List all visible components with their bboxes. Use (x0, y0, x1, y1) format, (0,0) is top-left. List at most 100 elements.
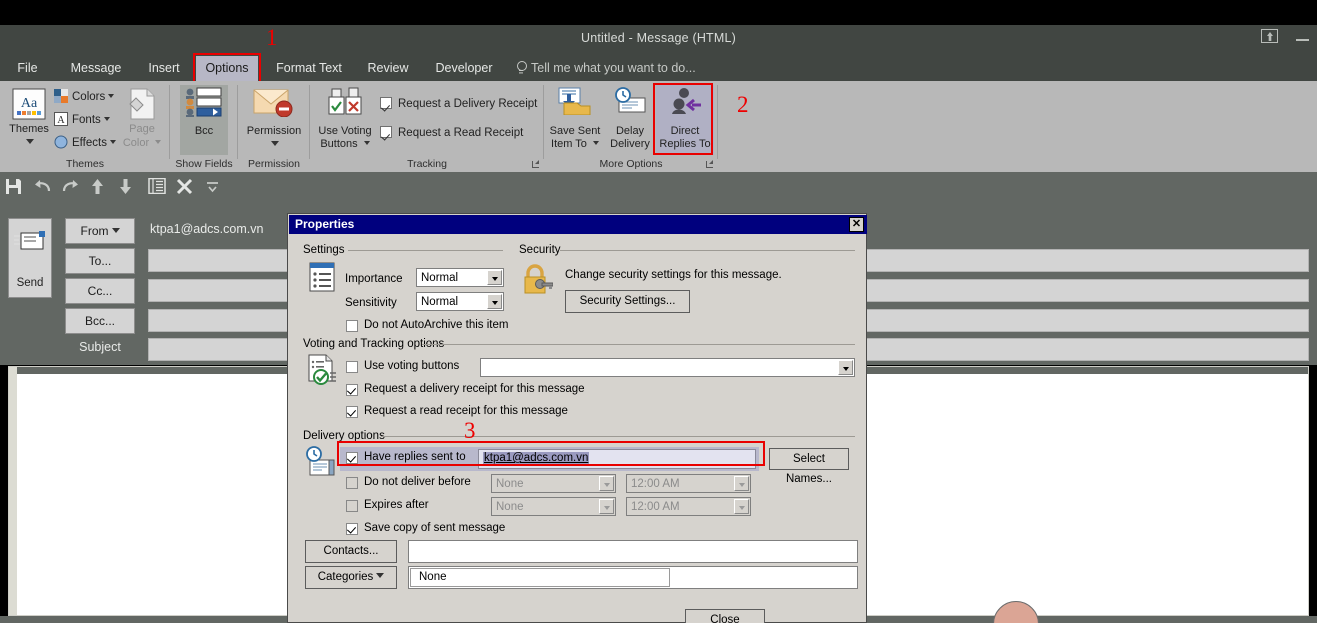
expires-after-checkbox[interactable] (346, 500, 358, 512)
delay-delivery-button[interactable]: Delay Delivery (604, 85, 656, 155)
ribbon-group-permission: Permission Permission (238, 81, 310, 172)
dialog-close-button[interactable]: Close (685, 609, 765, 623)
expires-time-value: 12:00 AM (631, 501, 680, 513)
ribbon-group-show-fields: Bcc Show Fields (170, 81, 238, 172)
permission-button[interactable]: Permission (240, 85, 308, 155)
window-title: Untitled - Message (HTML) (580, 31, 737, 45)
ribbon: Aa Themes Colors A Fonts Effects Page Co… (0, 81, 1317, 172)
tell-me-box[interactable]: Tell me what you want to do... (516, 56, 696, 81)
request-read-receipt-label: Request a Read Receipt (398, 127, 524, 139)
tab-message[interactable]: Message (62, 56, 130, 81)
request-read-receipt-checkbox[interactable] (346, 406, 358, 418)
importance-label: Importance (345, 273, 403, 285)
request-read-receipt-checkbox[interactable]: Request a Read Receipt (380, 126, 523, 139)
dialog-title-bar: Properties ✕ (289, 215, 867, 234)
tab-review[interactable]: Review (360, 56, 416, 81)
send-button-label: Send (16, 277, 44, 289)
contacts-input[interactable] (408, 540, 858, 563)
voting-tracking-icon (308, 354, 336, 385)
lock-icon (524, 264, 553, 294)
tab-file[interactable]: File (10, 56, 45, 81)
select-names-button[interactable]: Select Names... (769, 448, 849, 485)
save-copy-checkbox[interactable] (346, 523, 358, 535)
security-settings-button[interactable]: Security Settings... (565, 290, 690, 313)
save-icon[interactable] (5, 178, 22, 195)
request-delivery-receipt-checkbox[interactable] (346, 384, 358, 396)
chevron-down-icon (271, 141, 279, 146)
group-label-show-fields: Show Fields (175, 158, 233, 170)
use-voting-buttons-label: Use voting buttons (364, 360, 460, 372)
chevron-down-icon[interactable] (487, 294, 502, 309)
expires-date-select[interactable]: None (491, 497, 616, 516)
have-replies-sent-to-input[interactable]: ktpa1@adcs.com.vn (478, 449, 756, 469)
restore-window-icon[interactable] (1261, 29, 1278, 43)
send-button[interactable]: Send (8, 218, 52, 298)
close-x-icon[interactable] (176, 178, 193, 195)
use-voting-buttons-checkbox[interactable] (346, 361, 358, 373)
bcc-button[interactable]: Bcc (180, 85, 228, 155)
categories-button[interactable]: Categories (305, 566, 397, 589)
bcc-button[interactable]: Bcc... (65, 308, 135, 334)
contacts-button[interactable]: Contacts... (305, 540, 397, 563)
use-voting-buttons-button[interactable]: Use Voting Buttons (314, 85, 376, 155)
direct-replies-to-icon (672, 88, 701, 114)
properties-dialog: Properties ✕ Settings Importance Normal … (287, 213, 867, 623)
importance-select[interactable]: Normal (416, 268, 504, 287)
tracking-dialog-launcher[interactable] (532, 160, 541, 169)
tell-me-label: Tell me what you want to do... (531, 61, 696, 75)
request-delivery-receipt-checkbox[interactable]: Request a Delivery Receipt (380, 97, 537, 110)
do-not-autoarchive-checkbox[interactable] (346, 320, 358, 332)
cc-button[interactable]: Cc... (65, 278, 135, 304)
annotation-number-1: 1 (266, 25, 278, 50)
tab-format-text[interactable]: Format Text (268, 56, 350, 81)
chevron-down-icon[interactable] (734, 499, 749, 514)
annotation-number-2: 2 (737, 92, 749, 117)
do-not-deliver-before-checkbox[interactable] (346, 477, 358, 489)
voting-buttons-select[interactable] (480, 358, 855, 377)
chevron-down-icon[interactable] (838, 360, 853, 375)
chevron-down-icon (108, 94, 115, 98)
page-color-button[interactable]: Page Color (118, 87, 166, 153)
do-not-deliver-time-select[interactable]: 12:00 AM (626, 474, 751, 493)
from-button[interactable]: From (65, 218, 135, 244)
themes-button-label: Themes (9, 123, 49, 135)
to-button[interactable]: To... (65, 248, 135, 274)
group-label-themes: Themes (66, 158, 104, 170)
chevron-down-icon[interactable] (487, 270, 502, 285)
address-book-icon[interactable] (148, 178, 166, 194)
up-arrow-icon[interactable] (90, 178, 105, 195)
minimize-window-icon[interactable] (1296, 39, 1309, 41)
save-sent-item-icon (558, 87, 591, 115)
close-icon[interactable]: ✕ (849, 217, 864, 232)
expires-time-select[interactable]: 12:00 AM (626, 497, 751, 516)
delay-delivery-label-2: Delivery (610, 138, 650, 150)
delivery-options-legend: Delivery options (300, 430, 388, 442)
chevron-down-icon[interactable] (599, 499, 614, 514)
more-options-dialog-launcher[interactable] (706, 160, 715, 169)
have-replies-sent-to-checkbox[interactable] (346, 452, 358, 464)
permission-button-label: Permission (246, 125, 302, 137)
tab-options[interactable]: Options (196, 56, 258, 81)
categories-input[interactable]: None (408, 566, 858, 589)
page-color-label-1: Page (129, 123, 155, 135)
permission-icon (253, 89, 293, 117)
tab-developer[interactable]: Developer (426, 56, 502, 81)
sensitivity-select[interactable]: Normal (416, 292, 504, 311)
themes-button[interactable]: Aa Themes (5, 87, 53, 153)
fonts-button[interactable]: A Fonts (54, 112, 110, 126)
colors-button[interactable]: Colors (54, 89, 115, 103)
group-label-more-options: More Options (599, 158, 663, 170)
save-sent-item-to-button[interactable]: Save Sent Item To (546, 85, 604, 155)
do-not-deliver-date-select[interactable]: None (491, 474, 616, 493)
do-not-deliver-before-label: Do not deliver before (364, 476, 471, 488)
chevron-down-icon[interactable] (734, 476, 749, 491)
redo-icon[interactable] (61, 178, 80, 195)
down-arrow-icon[interactable] (118, 178, 133, 195)
sensitivity-value: Normal (421, 296, 459, 308)
chevron-down-icon[interactable] (599, 476, 614, 491)
effects-button[interactable]: Effects (54, 135, 116, 149)
direct-replies-to-button[interactable]: Direct Replies To (656, 85, 714, 155)
more-commands-icon[interactable] (205, 178, 220, 195)
undo-icon[interactable] (33, 178, 52, 195)
tab-insert[interactable]: Insert (140, 56, 188, 81)
